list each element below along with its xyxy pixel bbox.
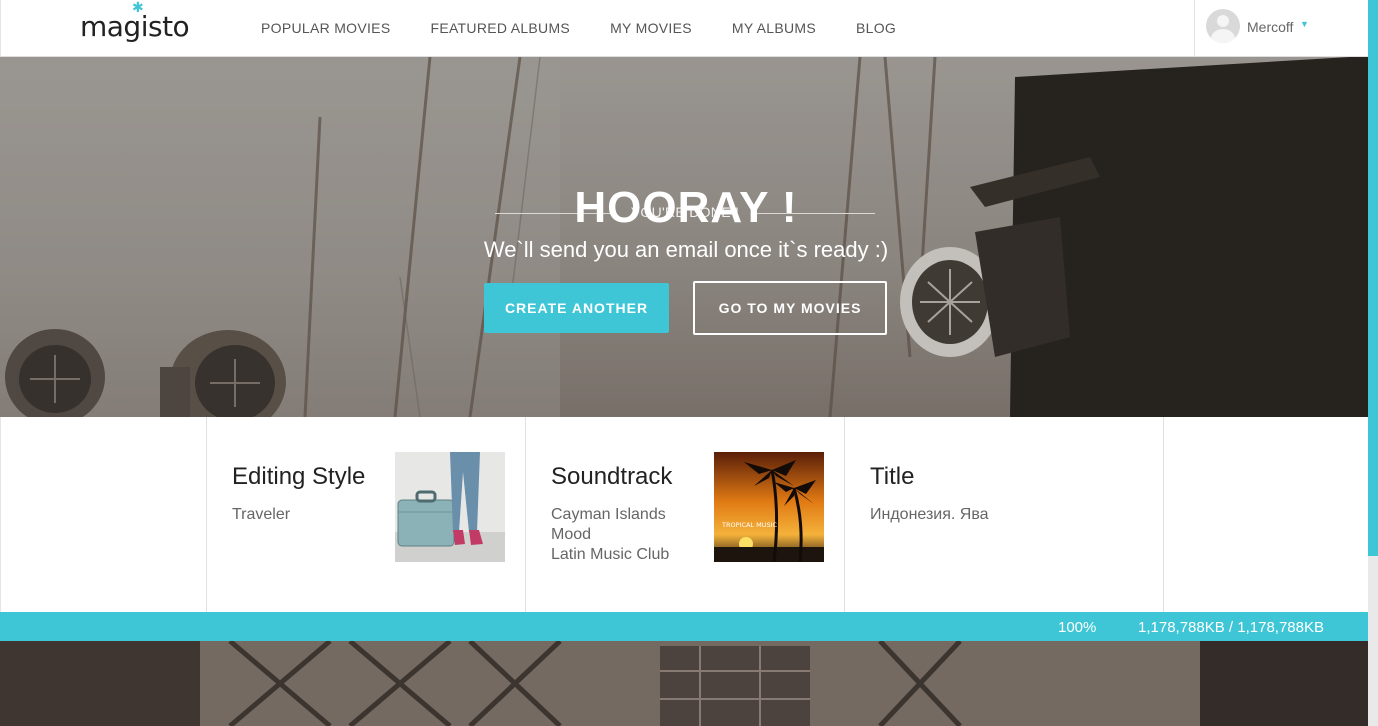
soundtrack-card: Soundtrack Cayman Islands Mood Latin Mus… [525,417,844,612]
bottom-background-photo [0,641,1368,726]
user-menu[interactable]: Mercoff ▼ [1194,0,1369,56]
hero-headline: HOORAY ! [574,183,798,232]
title-card: Title Индонезия. Ява [844,417,1163,612]
soundtrack-details: Cayman Islands Mood Latin Music Club [551,505,669,565]
traveler-style-thumbnail[interactable] [395,452,505,562]
soundtrack-line-1: Cayman Islands [551,506,666,523]
card-title: Title [870,463,915,490]
movie-title-value: Индонезия. Ява [870,506,989,523]
soundtrack-line-3: Latin Music Club [551,546,670,563]
chevron-down-icon[interactable]: ▼ [1300,19,1309,29]
album-cover-text: TROPICAL MUSIC [721,521,778,529]
card-title: Soundtrack [551,463,673,490]
card-divider [1163,417,1164,612]
nav-blog[interactable]: BLOG [856,20,896,36]
upload-progress-bar: 100% 1,178,788KB / 1,178,788KB [0,612,1368,641]
nav-my-movies[interactable]: MY MOVIES [610,20,692,36]
go-to-my-movies-button[interactable]: GO TO MY MOVIES [693,281,887,335]
create-another-button[interactable]: CREATE ANOTHER [484,283,669,333]
editing-style-card: Editing Style Traveler [206,417,525,612]
nav-popular-movies[interactable]: POPULAR MOVIES [261,20,390,36]
nav-my-albums[interactable]: MY ALBUMS [732,20,816,36]
username[interactable]: Mercoff [1247,19,1293,35]
main-nav: POPULAR MOVIES FEATURED ALBUMS MY MOVIES… [261,0,936,56]
soundtrack-line-2: Mood [551,526,592,543]
card-title: Editing Style [232,463,366,490]
logo-star-icon: ✱ [132,0,144,15]
avatar[interactable] [1206,9,1240,43]
soundtrack-album-cover[interactable]: TROPICAL MUSIC [714,452,824,562]
scrollbar-track[interactable] [1368,556,1378,726]
card-value: Traveler [232,506,291,523]
upload-size: 1,178,788KB / 1,178,788KB [1138,619,1324,636]
progress-percent: 100% [1058,619,1097,636]
nav-featured-albums[interactable]: FEATURED ALBUMS [430,20,570,36]
hero-subtitle: We`ll send you an email once it`s ready … [483,237,889,262]
top-navbar: magisto ✱ POPULAR MOVIES FEATURED ALBUMS… [0,0,1368,57]
movie-details: Editing Style Traveler Soundtrack Cayman… [0,417,1368,612]
